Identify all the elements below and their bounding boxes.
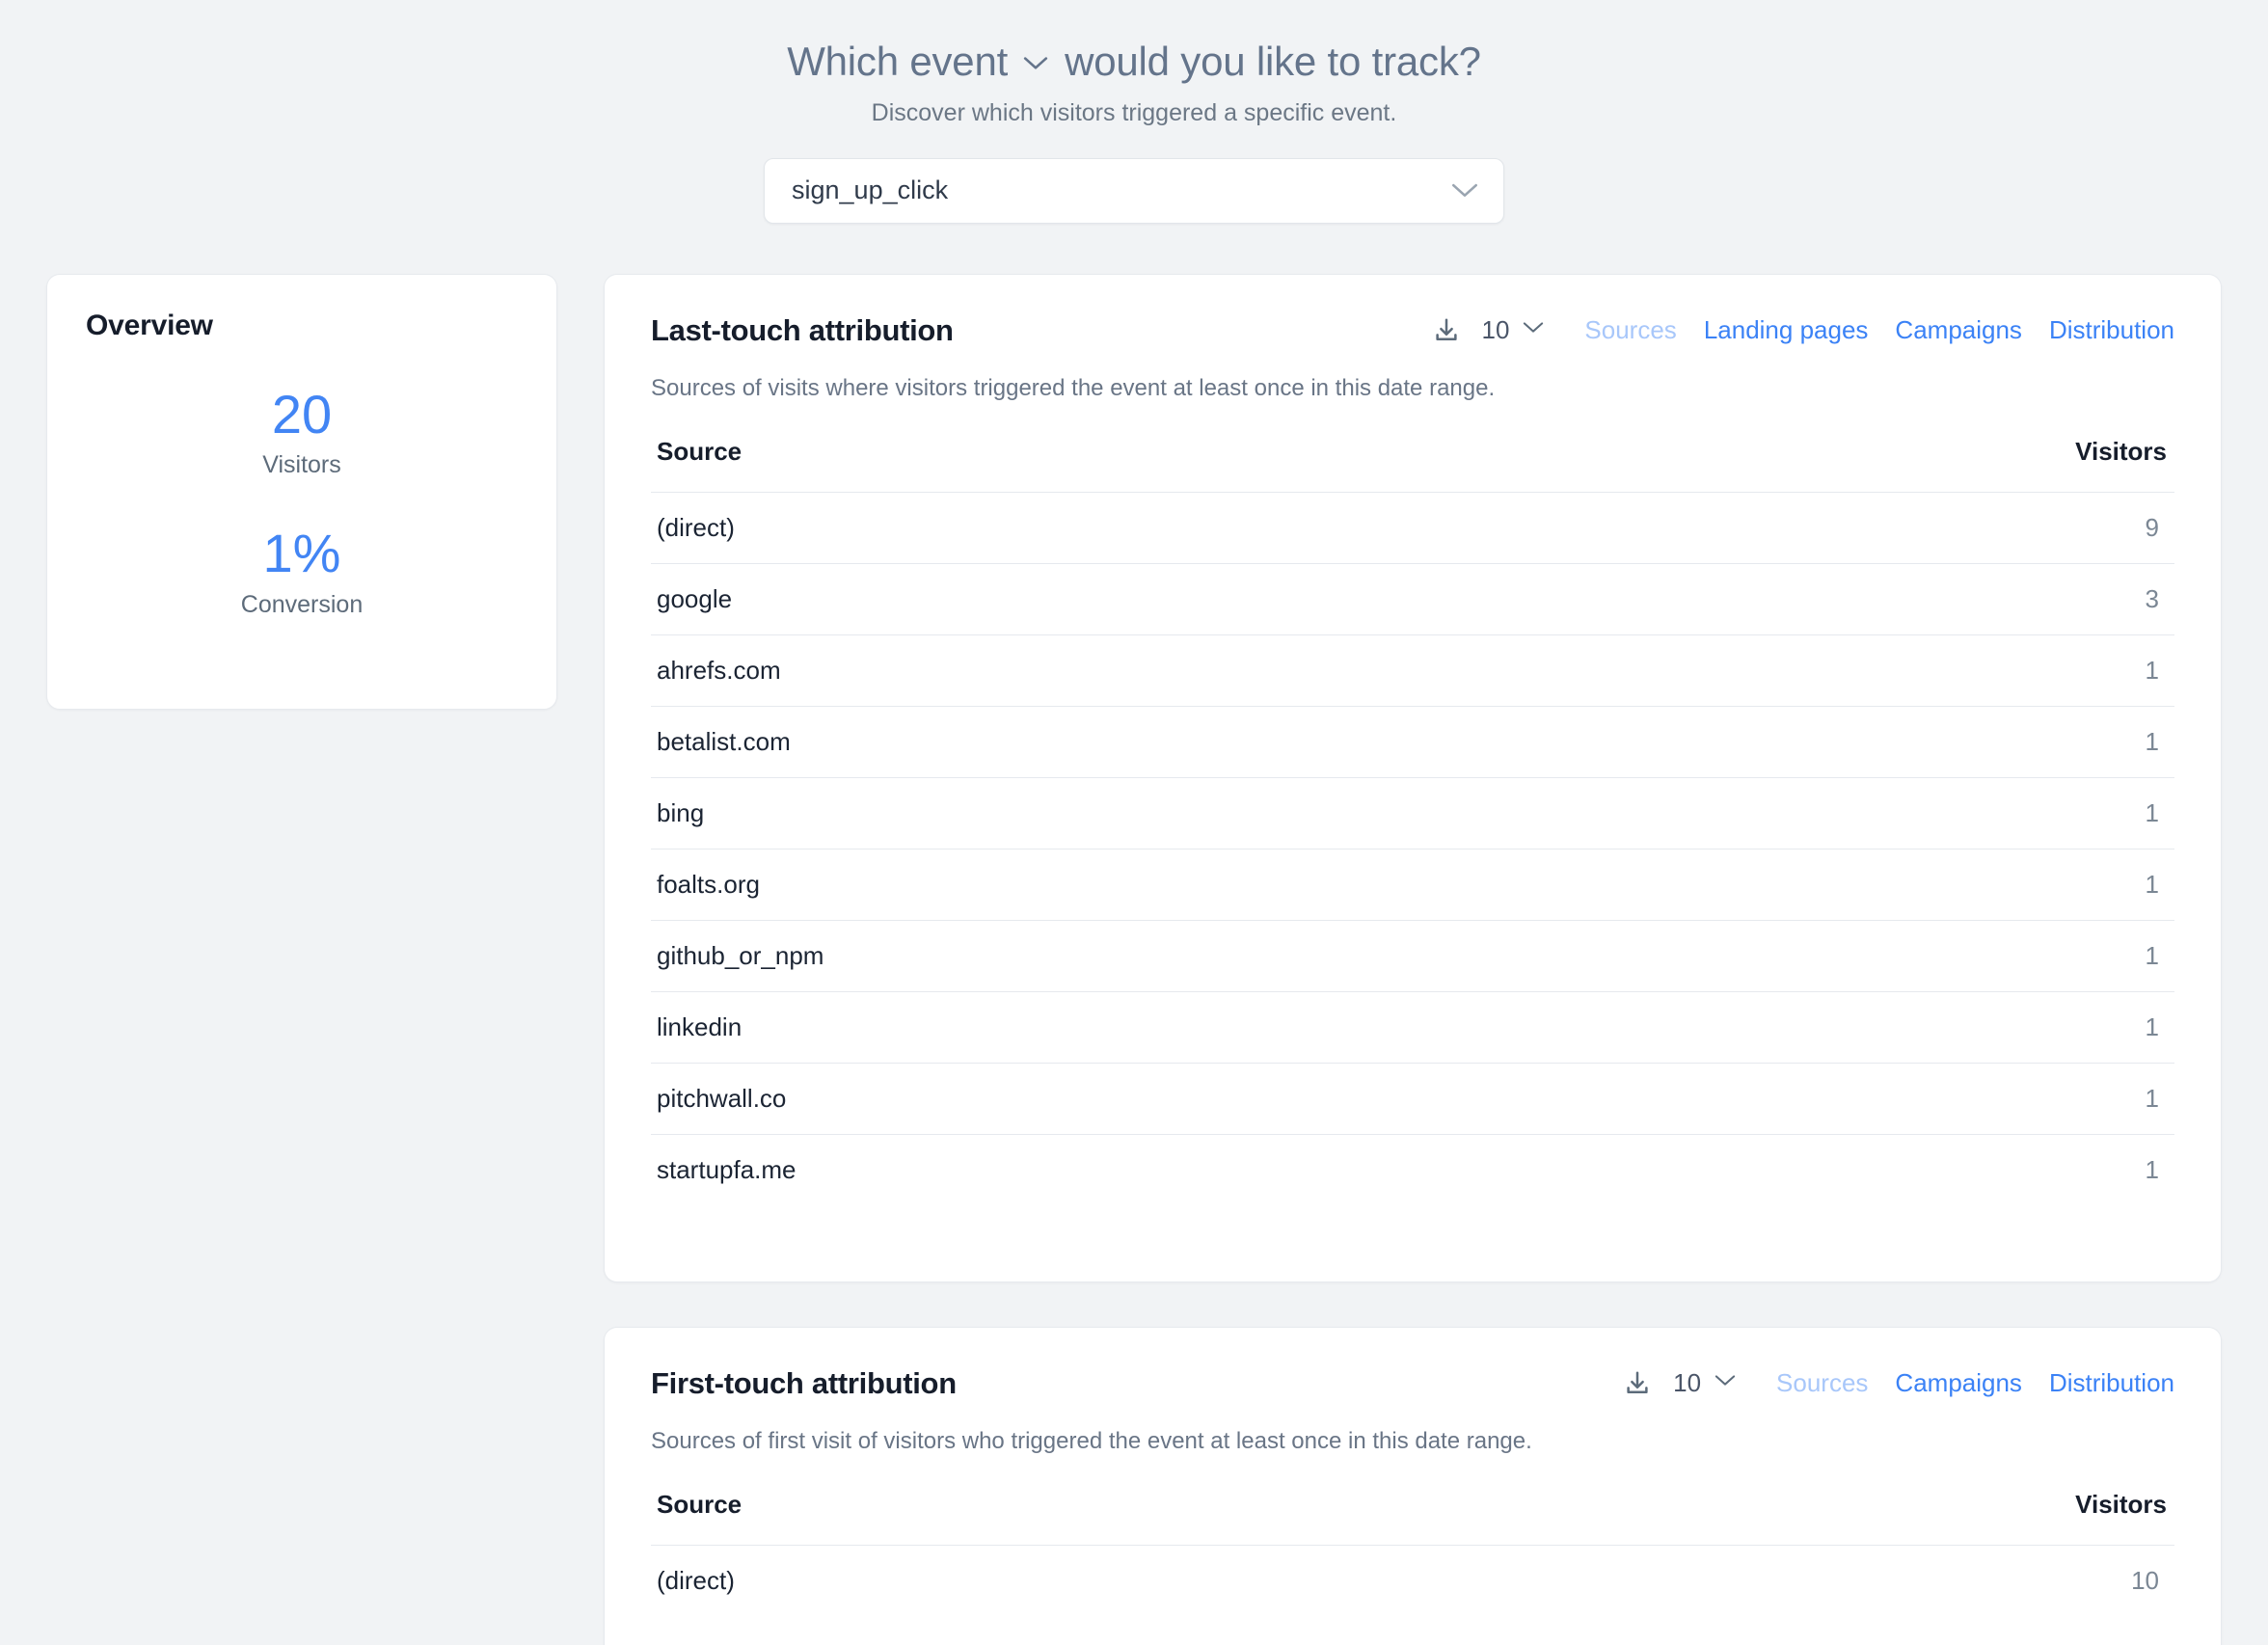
page-title-before: Which event	[787, 39, 1009, 85]
row-visitors: 1	[2145, 940, 2159, 970]
column-header-visitors: Visitors	[2075, 436, 2167, 466]
card-controls: 10 Sources Landing pages Campaigns Distr…	[1432, 315, 2174, 345]
row-count-value: 10	[1673, 1368, 1702, 1398]
table-row[interactable]: foalts.org 1	[651, 848, 2174, 920]
table-row[interactable]: pitchwall.co 1	[651, 1062, 2174, 1134]
sources-table: Source Visitors (direct) 9 google 3 ahre…	[651, 437, 2174, 1205]
event-select-wrapper: sign_up_click	[764, 157, 1504, 224]
tab-sources[interactable]: Sources	[1776, 1368, 1868, 1398]
row-visitors: 1	[2145, 869, 2159, 899]
metric-conversion: 1% Conversion	[86, 524, 518, 619]
table-row[interactable]: google 3	[651, 562, 2174, 634]
download-icon[interactable]	[1623, 1369, 1652, 1398]
overview-metrics: 20 Visitors 1% Conversion	[86, 385, 518, 619]
chevron-down-icon	[1451, 182, 1478, 200]
sources-table: Source Visitors (direct) 10	[651, 1490, 2174, 1616]
table-row[interactable]: linkedin 1	[651, 990, 2174, 1063]
row-source: google	[657, 583, 733, 613]
metric-visitors: 20 Visitors	[86, 385, 518, 480]
row-source: pitchwall.co	[657, 1083, 787, 1113]
row-source: ahrefs.com	[657, 655, 781, 685]
tab-distribution[interactable]: Distribution	[2049, 315, 2174, 345]
table-body: (direct) 10	[651, 1544, 2174, 1616]
card-header: First-touch attribution 10 Sources Campa…	[651, 1366, 2174, 1401]
table-row[interactable]: bing 1	[651, 776, 2174, 849]
table-header-row: Source Visitors	[651, 437, 2174, 467]
metric-label: Visitors	[262, 451, 341, 479]
card-tabs: Sources Campaigns Distribution	[1776, 1368, 2174, 1398]
row-visitors: 10	[2131, 1565, 2159, 1595]
row-source: betalist.com	[657, 726, 791, 756]
table-row[interactable]: github_or_npm 1	[651, 919, 2174, 991]
row-visitors: 1	[2145, 1011, 2159, 1041]
page-title-after: would you like to track?	[1065, 39, 1481, 85]
card-title: First-touch attribution	[651, 1365, 957, 1400]
table-body: (direct) 9 google 3 ahrefs.com 1 betalis…	[651, 491, 2174, 1205]
row-source: github_or_npm	[657, 940, 824, 970]
table-row[interactable]: betalist.com 1	[651, 705, 2174, 777]
download-icon[interactable]	[1432, 316, 1461, 345]
overview-title: Overview	[86, 309, 213, 341]
tab-campaigns[interactable]: Campaigns	[1895, 315, 2022, 345]
analytics-event-page: Which event would you like to track? Dis…	[0, 0, 2268, 1645]
table-row[interactable]: (direct) 9	[651, 491, 2174, 563]
row-source: (direct)	[657, 512, 735, 542]
table-header-row: Source Visitors	[651, 1490, 2174, 1520]
tab-sources[interactable]: Sources	[1584, 315, 1676, 345]
tab-distribution[interactable]: Distribution	[2049, 1368, 2174, 1398]
row-count-select[interactable]: 10	[1482, 315, 1545, 345]
tab-campaigns[interactable]: Campaigns	[1895, 1368, 2022, 1398]
row-source: linkedin	[657, 1011, 742, 1041]
chevron-down-icon	[1523, 321, 1544, 339]
event-select-value: sign_up_click	[792, 175, 949, 205]
table-row[interactable]: ahrefs.com 1	[651, 634, 2174, 706]
last-touch-attribution-card: Last-touch attribution 10 Sources Landin…	[604, 273, 2222, 1282]
chevron-down-icon	[1714, 1374, 1736, 1392]
metric-value: 1%	[262, 523, 341, 584]
row-visitors: 1	[2145, 1083, 2159, 1113]
table-row[interactable]: startupfa.me 1	[651, 1133, 2174, 1205]
page-subtitle: Discover which visitors triggered a spec…	[871, 98, 1397, 126]
column-header-visitors: Visitors	[2075, 1489, 2167, 1519]
event-select[interactable]: sign_up_click	[764, 157, 1504, 224]
row-count-value: 10	[1481, 315, 1510, 345]
column-header-source: Source	[657, 436, 742, 466]
row-visitors: 1	[2145, 726, 2159, 756]
card-title: Last-touch attribution	[651, 312, 954, 347]
first-touch-attribution-card: First-touch attribution 10 Sources Campa…	[604, 1326, 2222, 1645]
row-visitors: 1	[2145, 797, 2159, 827]
column-header-source: Source	[657, 1489, 742, 1519]
card-controls: 10 Sources Campaigns Distribution	[1623, 1368, 2174, 1398]
row-count-select[interactable]: 10	[1673, 1368, 1736, 1398]
card-header: Last-touch attribution 10 Sources Landin…	[651, 313, 2174, 348]
page-header: Which event would you like to track? Dis…	[0, 0, 2268, 127]
row-visitors: 3	[2145, 583, 2159, 613]
table-row[interactable]: (direct) 10	[651, 1544, 2174, 1616]
row-source: bing	[657, 797, 705, 827]
row-source: (direct)	[657, 1565, 735, 1595]
row-source: foalts.org	[657, 869, 760, 899]
overview-card: Overview 20 Visitors 1% Conversion	[46, 273, 557, 710]
row-visitors: 1	[2145, 655, 2159, 685]
tab-landing-pages[interactable]: Landing pages	[1704, 315, 1869, 345]
metric-value: 20	[271, 383, 333, 445]
card-tabs: Sources Landing pages Campaigns Distribu…	[1584, 315, 2174, 345]
chevron-down-icon	[1023, 33, 1048, 84]
page-title: Which event would you like to track?	[0, 33, 2268, 88]
row-visitors: 1	[2145, 1154, 2159, 1184]
card-subtitle: Sources of first visit of visitors who t…	[651, 1427, 1532, 1454]
metric-label: Conversion	[240, 590, 364, 618]
row-visitors: 9	[2145, 512, 2159, 542]
row-source: startupfa.me	[657, 1154, 796, 1184]
card-subtitle: Sources of visits where visitors trigger…	[651, 374, 1496, 401]
